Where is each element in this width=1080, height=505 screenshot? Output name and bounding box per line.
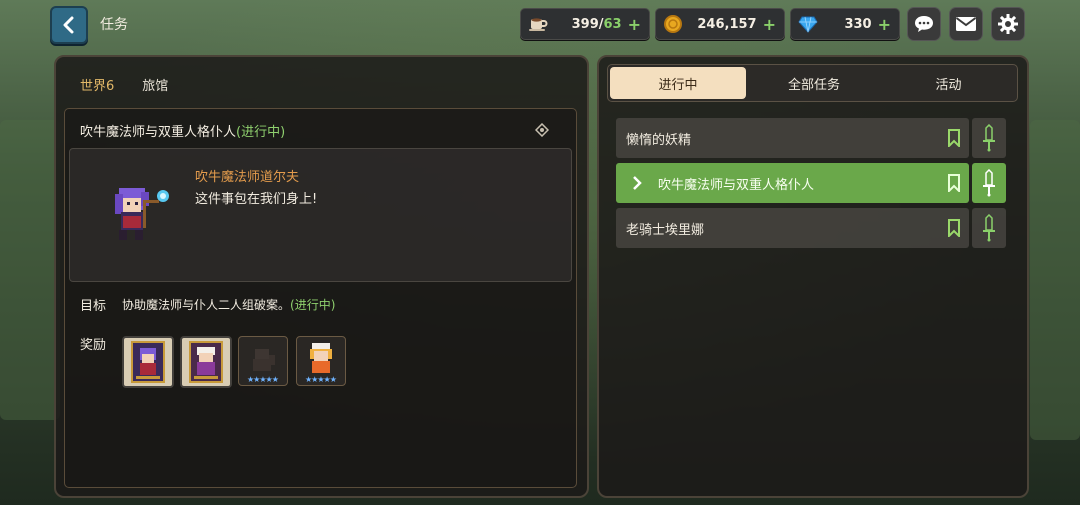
gem-value: 330 bbox=[844, 16, 872, 32]
npc-dialogue: 这件事包在我们身上! bbox=[195, 192, 318, 207]
quest-row[interactable]: 老骑士埃里娜 bbox=[616, 208, 969, 248]
resource-stamina[interactable]: 399/63 + bbox=[520, 8, 650, 40]
sword-icon bbox=[983, 169, 995, 197]
background-scenery bbox=[0, 120, 60, 420]
goal-text: 协助魔法师与仆人二人组破案。(进行中) bbox=[122, 296, 335, 313]
page-title: 任务 bbox=[100, 17, 128, 33]
goal-description: 协助魔法师与仆人二人组破案。 bbox=[122, 298, 291, 312]
goal-label: 目标 bbox=[80, 299, 107, 314]
bookmark-icon[interactable] bbox=[947, 174, 961, 192]
coffee-icon bbox=[527, 13, 549, 35]
settings-button[interactable] bbox=[991, 7, 1025, 41]
quest-status: (进行中) bbox=[236, 125, 286, 140]
tab-in-progress[interactable]: 进行中 bbox=[610, 67, 746, 99]
back-button[interactable] bbox=[50, 6, 88, 44]
chevron-left-icon bbox=[63, 16, 74, 34]
add-stamina-button[interactable]: + bbox=[628, 15, 641, 34]
reward-label: 奖励 bbox=[80, 338, 107, 353]
locked-hero-icon bbox=[253, 349, 275, 371]
sword-icon bbox=[983, 124, 995, 152]
tab-events[interactable]: 活动 bbox=[882, 67, 1015, 99]
npc-wizard-portrait bbox=[115, 188, 169, 240]
track-quest-button[interactable] bbox=[972, 118, 1006, 158]
hero-girl-icon bbox=[310, 343, 332, 373]
reward-hero-girl[interactable]: ★★★★★ bbox=[296, 336, 346, 386]
tab-all-quests[interactable]: 全部任务 bbox=[746, 67, 882, 99]
gold-value: 246,157 bbox=[697, 16, 757, 32]
track-quest-button[interactable] bbox=[972, 163, 1006, 203]
chat-button[interactable] bbox=[907, 7, 941, 41]
gem-icon bbox=[797, 13, 819, 35]
track-quest-button[interactable] bbox=[972, 208, 1006, 248]
quest-row-label: 懒惰的妖精 bbox=[626, 132, 692, 148]
quest-title: 吹牛魔法师与双重人格仆人(进行中) bbox=[80, 121, 285, 140]
reward-hero-locked[interactable]: ★★★★★ bbox=[238, 336, 288, 386]
quest-row-label: 吹牛魔法师与双重人格仆人 bbox=[658, 177, 815, 193]
tab-world[interactable]: 世界6 bbox=[80, 75, 114, 94]
gear-icon bbox=[998, 14, 1018, 34]
quest-row-label: 老骑士埃里娜 bbox=[626, 222, 705, 238]
stamina-value: 399/ bbox=[571, 16, 604, 32]
selected-arrow-icon bbox=[616, 176, 658, 190]
wizard-card-icon bbox=[131, 341, 165, 383]
tab-inn[interactable]: 旅馆 bbox=[142, 75, 168, 94]
mail-button[interactable] bbox=[949, 7, 983, 41]
background-scenery bbox=[1030, 120, 1080, 440]
reward-card-maid[interactable] bbox=[180, 336, 232, 388]
mail-icon bbox=[955, 17, 977, 31]
quest-row[interactable]: 懒惰的妖精 bbox=[616, 118, 969, 158]
top-bar: 任务 399/63 + 246,157 + 330 + bbox=[0, 0, 1080, 46]
location-tabs: 世界6 旅馆 bbox=[80, 75, 168, 94]
reward-stars: ★★★★★ bbox=[305, 375, 337, 384]
add-gems-button[interactable]: + bbox=[878, 15, 891, 34]
quest-title-text: 吹牛魔法师与双重人格仆人 bbox=[80, 125, 237, 140]
sword-icon bbox=[983, 214, 995, 242]
bookmark-icon[interactable] bbox=[947, 219, 961, 237]
resource-gold[interactable]: 246,157 + bbox=[655, 8, 785, 40]
reward-card-wizard[interactable] bbox=[122, 336, 174, 388]
stamina-max: 63 bbox=[603, 16, 622, 32]
resource-gems[interactable]: 330 + bbox=[790, 8, 900, 40]
gold-coin-icon bbox=[662, 13, 684, 35]
locate-icon[interactable] bbox=[535, 123, 549, 137]
reward-stars: ★★★★★ bbox=[247, 375, 279, 384]
quest-row-selected[interactable]: 吹牛魔法师与双重人格仆人 bbox=[616, 163, 969, 203]
chat-icon bbox=[915, 16, 933, 32]
add-gold-button[interactable]: + bbox=[763, 15, 776, 34]
npc-name: 吹牛魔法师道尔夫 bbox=[195, 170, 300, 185]
maid-card-icon bbox=[189, 341, 223, 383]
goal-status: (进行中) bbox=[290, 298, 336, 312]
bookmark-icon[interactable] bbox=[947, 129, 961, 147]
quest-filter-tabs: 进行中 全部任务 活动 bbox=[607, 64, 1018, 102]
